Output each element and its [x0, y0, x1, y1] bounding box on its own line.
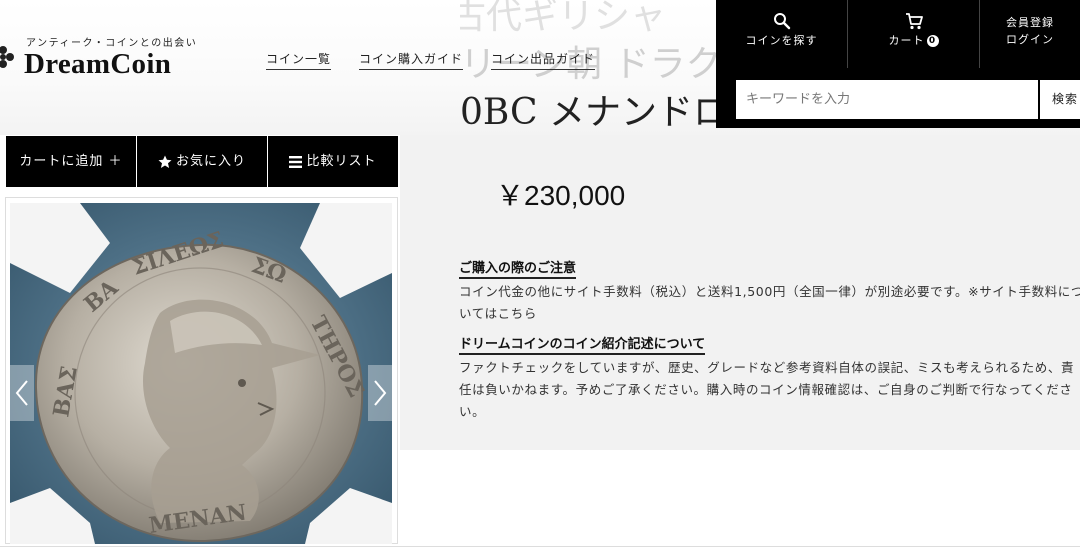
purchase-notice-text: コイン代金の他にサイト手数料（税込）と送料1,500円（全国一律）が別途必要です…	[459, 284, 1080, 321]
chevron-right-icon	[374, 380, 387, 406]
find-coin-button[interactable]: コインを探す	[716, 0, 848, 68]
description-notice-text: ファクトチェックをしていますが、歴史、グレードなど参考資料自体の誤記、ミスも考え…	[459, 360, 1075, 419]
search-icon	[773, 13, 790, 30]
member-register-link[interactable]: 会員登録	[980, 14, 1080, 31]
member-area: 会員登録 ログイン	[980, 0, 1080, 68]
logo-text: DreamCoin	[24, 48, 172, 80]
logo-tagline: アンティーク・コインとの出会い	[26, 38, 198, 49]
compare-list-button[interactable]: 比較リスト	[268, 136, 398, 187]
cart-label: カート	[888, 34, 925, 47]
description-notice-heading: ドリームコインのコイン紹介記述について	[459, 333, 706, 355]
cart-button[interactable]: カート 0	[848, 0, 980, 68]
coin-logo-icon	[0, 46, 14, 68]
nav-listing-guide[interactable]: コイン出品ガイド	[491, 50, 596, 70]
coin-photo: ΒΑ ΣΙΛΕΩΣ ΣΩ ΤΗΡΟΣ ΒΑΣ ΜΕΝΑΝ	[10, 203, 392, 544]
next-image-button[interactable]	[368, 365, 392, 421]
header-panel: コインを探す カート 0 会員登録 ログイン キーワードを入力 検索	[716, 0, 1080, 128]
divider	[0, 546, 1080, 547]
favorite-label: お気に入り	[175, 154, 246, 169]
cart-icon	[905, 13, 923, 30]
cart-count-badge: 0	[926, 35, 939, 47]
search-button[interactable]: 検索	[1040, 80, 1080, 119]
nav-purchase-guide[interactable]: コイン購入ガイド	[359, 50, 464, 70]
purchase-notice-heading: ご購入の際のご注意	[459, 257, 577, 279]
nav-coin-list[interactable]: コイン一覧	[266, 50, 332, 70]
search-input[interactable]: キーワードを入力	[736, 80, 1038, 119]
prev-image-button[interactable]	[10, 365, 34, 421]
add-to-cart-button[interactable]: カートに追加 ＋	[6, 136, 136, 187]
compare-list-label: 比較リスト	[306, 154, 377, 169]
list-icon	[289, 155, 303, 168]
product-price: ￥230,000	[496, 180, 626, 211]
find-coin-label: コインを探す	[745, 34, 818, 47]
login-link[interactable]: ログイン	[980, 31, 1080, 48]
star-icon	[158, 155, 172, 168]
product-coin-image[interactable]: ΒΑ ΣΙΛΕΩΣ ΣΩ ΤΗΡΟΣ ΒΑΣ ΜΕΝΑΝ	[10, 203, 392, 544]
favorite-button[interactable]: お気に入り	[137, 136, 267, 187]
add-to-cart-label: カートに追加 ＋	[19, 154, 123, 169]
chevron-left-icon	[15, 380, 28, 406]
